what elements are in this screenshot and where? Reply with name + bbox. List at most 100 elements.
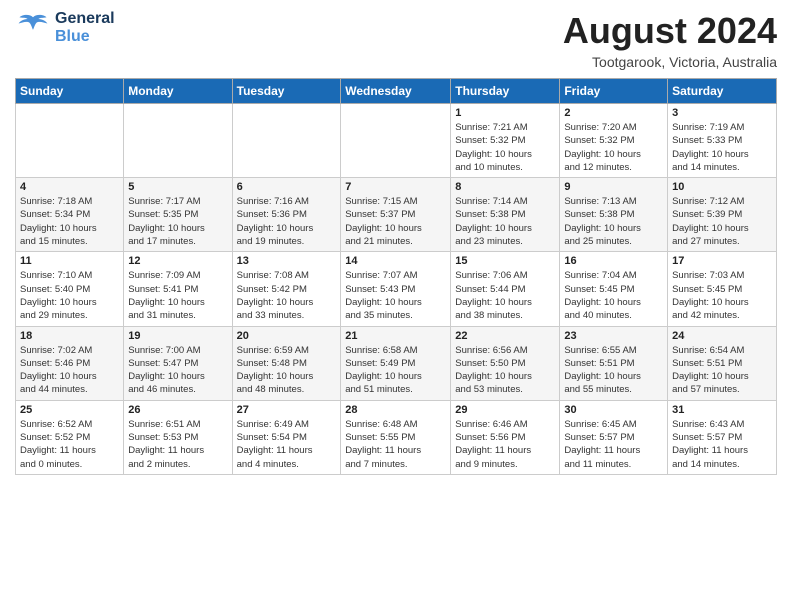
header-tuesday: Tuesday <box>232 79 341 104</box>
calendar-cell-1-7: 3 Sunrise: 7:19 AM Sunset: 5:33 PM Daylig… <box>668 104 777 178</box>
day-info: Sunrise: 7:12 AM Sunset: 5:39 PM Dayligh… <box>672 195 772 248</box>
day-info: Sunrise: 7:13 AM Sunset: 5:38 PM Dayligh… <box>564 195 663 248</box>
day-number: 15 <box>455 255 555 267</box>
day-number: 2 <box>564 107 663 119</box>
day-number: 17 <box>672 255 772 267</box>
calendar-cell-5-1: 25 Sunrise: 6:52 AM Sunset: 5:52 PM Dayli… <box>16 400 124 474</box>
calendar-cell-2-1: 4Sunrise: 7:18 AM Sunset: 5:34 PM Daylig… <box>16 178 124 252</box>
calendar-cell-3-2: 12 Sunrise: 7:09 AM Sunset: 5:41 PM Dayli… <box>124 252 232 326</box>
day-number: 21 <box>345 330 446 342</box>
page-header: General Blue August 2024 Tootgarook, Vic… <box>15 10 777 70</box>
calendar-cell-4-6: 23 Sunrise: 6:55 AM Sunset: 5:51 PM Dayli… <box>560 326 668 400</box>
logo-text: General Blue <box>55 10 115 45</box>
day-number: 22 <box>455 330 555 342</box>
calendar-cell-2-2: 5 Sunrise: 7:17 AM Sunset: 5:35 PM Daylig… <box>124 178 232 252</box>
day-number: 9 <box>564 181 663 193</box>
calendar-week-2: 4Sunrise: 7:18 AM Sunset: 5:34 PM Daylig… <box>16 178 777 252</box>
day-info: Sunrise: 7:00 AM Sunset: 5:47 PM Dayligh… <box>128 344 227 397</box>
calendar-cell-3-4: 14Sunrise: 7:07 AM Sunset: 5:43 PM Dayli… <box>341 252 451 326</box>
calendar-cell-4-2: 19 Sunrise: 7:00 AM Sunset: 5:47 PM Dayli… <box>124 326 232 400</box>
logo-icon <box>15 10 51 46</box>
calendar-cell-2-5: 8Sunrise: 7:14 AM Sunset: 5:38 PM Daylig… <box>451 178 560 252</box>
calendar-cell-5-4: 28 Sunrise: 6:48 AM Sunset: 5:55 PM Dayli… <box>341 400 451 474</box>
day-number: 24 <box>672 330 772 342</box>
day-info: Sunrise: 6:48 AM Sunset: 5:55 PM Dayligh… <box>345 418 446 471</box>
day-info: Sunrise: 6:54 AM Sunset: 5:51 PM Dayligh… <box>672 344 772 397</box>
calendar-cell-2-7: 10 Sunrise: 7:12 AM Sunset: 5:39 PM Dayli… <box>668 178 777 252</box>
day-info: Sunrise: 7:21 AM Sunset: 5:32 PM Dayligh… <box>455 121 555 174</box>
title-block: August 2024 Tootgarook, Victoria, Austra… <box>563 10 777 70</box>
location-text: Tootgarook, Victoria, Australia <box>563 54 777 70</box>
calendar-cell-2-3: 6Sunrise: 7:16 AM Sunset: 5:36 PM Daylig… <box>232 178 341 252</box>
day-number: 10 <box>672 181 772 193</box>
calendar-cell-4-7: 24 Sunrise: 6:54 AM Sunset: 5:51 PM Dayli… <box>668 326 777 400</box>
day-number: 25 <box>20 404 119 416</box>
day-number: 4 <box>20 181 119 193</box>
logo: General Blue <box>15 10 115 46</box>
day-info: Sunrise: 6:52 AM Sunset: 5:52 PM Dayligh… <box>20 418 119 471</box>
day-info: Sunrise: 7:17 AM Sunset: 5:35 PM Dayligh… <box>128 195 227 248</box>
day-info: Sunrise: 7:14 AM Sunset: 5:38 PM Dayligh… <box>455 195 555 248</box>
day-info: Sunrise: 7:20 AM Sunset: 5:32 PM Dayligh… <box>564 121 663 174</box>
day-info: Sunrise: 7:16 AM Sunset: 5:36 PM Dayligh… <box>237 195 337 248</box>
calendar-cell-5-3: 27 Sunrise: 6:49 AM Sunset: 5:54 PM Dayli… <box>232 400 341 474</box>
calendar-cell-3-3: 13 Sunrise: 7:08 AM Sunset: 5:42 PM Dayli… <box>232 252 341 326</box>
day-number: 28 <box>345 404 446 416</box>
calendar-cell-5-6: 30 Sunrise: 6:45 AM Sunset: 5:57 PM Dayli… <box>560 400 668 474</box>
calendar-cell-5-5: 29 Sunrise: 6:46 AM Sunset: 5:56 PM Dayli… <box>451 400 560 474</box>
day-number: 27 <box>237 404 337 416</box>
calendar-cell-1-6: 2 Sunrise: 7:20 AM Sunset: 5:32 PM Daylig… <box>560 104 668 178</box>
day-info: Sunrise: 6:43 AM Sunset: 5:57 PM Dayligh… <box>672 418 772 471</box>
day-info: Sunrise: 7:08 AM Sunset: 5:42 PM Dayligh… <box>237 269 337 322</box>
day-number: 7 <box>345 181 446 193</box>
day-info: Sunrise: 6:46 AM Sunset: 5:56 PM Dayligh… <box>455 418 555 471</box>
day-info: Sunrise: 7:03 AM Sunset: 5:45 PM Dayligh… <box>672 269 772 322</box>
calendar-cell-1-5: 1Sunrise: 7:21 AM Sunset: 5:32 PM Daylig… <box>451 104 560 178</box>
header-monday: Monday <box>124 79 232 104</box>
logo-general-text: General <box>55 10 115 28</box>
day-number: 5 <box>128 181 227 193</box>
day-info: Sunrise: 7:09 AM Sunset: 5:41 PM Dayligh… <box>128 269 227 322</box>
day-number: 16 <box>564 255 663 267</box>
day-info: Sunrise: 6:51 AM Sunset: 5:53 PM Dayligh… <box>128 418 227 471</box>
day-number: 13 <box>237 255 337 267</box>
calendar-cell-5-2: 26 Sunrise: 6:51 AM Sunset: 5:53 PM Dayli… <box>124 400 232 474</box>
day-number: 3 <box>672 107 772 119</box>
day-info: Sunrise: 6:56 AM Sunset: 5:50 PM Dayligh… <box>455 344 555 397</box>
day-number: 11 <box>20 255 119 267</box>
day-info: Sunrise: 6:59 AM Sunset: 5:48 PM Dayligh… <box>237 344 337 397</box>
calendar-week-5: 25 Sunrise: 6:52 AM Sunset: 5:52 PM Dayli… <box>16 400 777 474</box>
calendar-cell-3-1: 11Sunrise: 7:10 AM Sunset: 5:40 PM Dayli… <box>16 252 124 326</box>
day-number: 19 <box>128 330 227 342</box>
day-number: 29 <box>455 404 555 416</box>
day-info: Sunrise: 7:19 AM Sunset: 5:33 PM Dayligh… <box>672 121 772 174</box>
day-number: 26 <box>128 404 227 416</box>
day-number: 20 <box>237 330 337 342</box>
header-sunday: Sunday <box>16 79 124 104</box>
calendar-cell-4-4: 21Sunrise: 6:58 AM Sunset: 5:49 PM Dayli… <box>341 326 451 400</box>
calendar-cell-3-6: 16 Sunrise: 7:04 AM Sunset: 5:45 PM Dayli… <box>560 252 668 326</box>
calendar-cell-5-7: 31Sunrise: 6:43 AM Sunset: 5:57 PM Dayli… <box>668 400 777 474</box>
day-info: Sunrise: 6:45 AM Sunset: 5:57 PM Dayligh… <box>564 418 663 471</box>
calendar-table: Sunday Monday Tuesday Wednesday Thursday… <box>15 78 777 475</box>
header-thursday: Thursday <box>451 79 560 104</box>
day-info: Sunrise: 6:55 AM Sunset: 5:51 PM Dayligh… <box>564 344 663 397</box>
calendar-cell-1-1 <box>16 104 124 178</box>
calendar-week-1: 1Sunrise: 7:21 AM Sunset: 5:32 PM Daylig… <box>16 104 777 178</box>
day-number: 23 <box>564 330 663 342</box>
day-info: Sunrise: 7:04 AM Sunset: 5:45 PM Dayligh… <box>564 269 663 322</box>
calendar-header-row: Sunday Monday Tuesday Wednesday Thursday… <box>16 79 777 104</box>
calendar-cell-4-3: 20 Sunrise: 6:59 AM Sunset: 5:48 PM Dayli… <box>232 326 341 400</box>
day-number: 12 <box>128 255 227 267</box>
calendar-cell-4-5: 22 Sunrise: 6:56 AM Sunset: 5:50 PM Dayli… <box>451 326 560 400</box>
logo-blue-text: Blue <box>55 28 115 46</box>
day-number: 18 <box>20 330 119 342</box>
calendar-week-4: 18 Sunrise: 7:02 AM Sunset: 5:46 PM Dayli… <box>16 326 777 400</box>
calendar-cell-3-5: 15 Sunrise: 7:06 AM Sunset: 5:44 PM Dayli… <box>451 252 560 326</box>
day-info: Sunrise: 7:02 AM Sunset: 5:46 PM Dayligh… <box>20 344 119 397</box>
day-info: Sunrise: 6:49 AM Sunset: 5:54 PM Dayligh… <box>237 418 337 471</box>
day-info: Sunrise: 7:06 AM Sunset: 5:44 PM Dayligh… <box>455 269 555 322</box>
calendar-cell-4-1: 18 Sunrise: 7:02 AM Sunset: 5:46 PM Dayli… <box>16 326 124 400</box>
calendar-cell-3-7: 17 Sunrise: 7:03 AM Sunset: 5:45 PM Dayli… <box>668 252 777 326</box>
day-number: 30 <box>564 404 663 416</box>
